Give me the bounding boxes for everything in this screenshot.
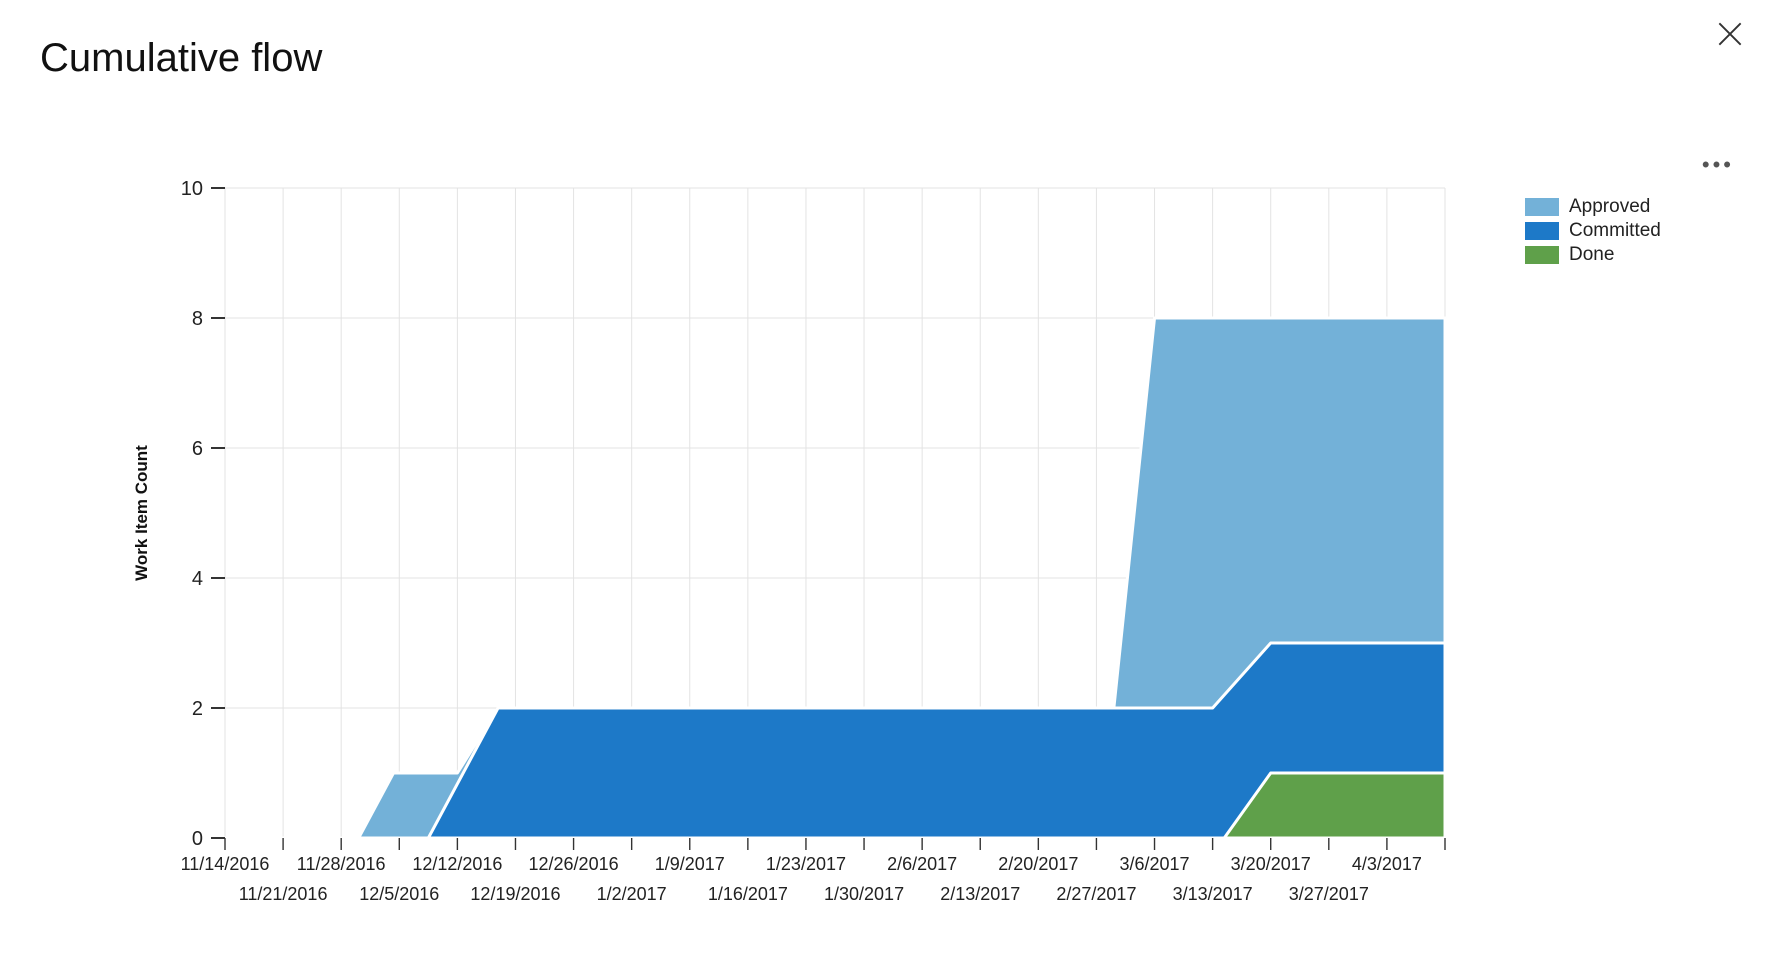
close-icon bbox=[1714, 18, 1746, 50]
svg-text:12/19/2016: 12/19/2016 bbox=[470, 884, 560, 904]
svg-text:3/6/2017: 3/6/2017 bbox=[1119, 854, 1189, 874]
svg-text:1/23/2017: 1/23/2017 bbox=[766, 854, 846, 874]
svg-text:11/14/2016: 11/14/2016 bbox=[181, 854, 270, 874]
svg-text:0: 0 bbox=[192, 828, 203, 850]
legend-swatch bbox=[1525, 246, 1559, 264]
legend-swatch bbox=[1525, 198, 1559, 216]
chart-legend: Approved Committed Done bbox=[1525, 196, 1661, 268]
svg-text:1/30/2017: 1/30/2017 bbox=[824, 884, 904, 904]
svg-text:6: 6 bbox=[192, 438, 203, 460]
legend-label: Approved bbox=[1569, 196, 1650, 218]
svg-text:3/20/2017: 3/20/2017 bbox=[1231, 854, 1311, 874]
ellipsis-icon: ••• bbox=[1702, 152, 1734, 177]
legend-label: Done bbox=[1569, 244, 1614, 266]
legend-item-done: Done bbox=[1525, 244, 1661, 266]
cumulative-flow-chart: 0 2 4 6 8 10 Work Item Count 11/14/2016 11/28/20… bbox=[110, 150, 1490, 920]
legend-swatch bbox=[1525, 222, 1559, 240]
legend-label: Committed bbox=[1569, 220, 1661, 242]
svg-text:4/3/2017: 4/3/2017 bbox=[1352, 854, 1422, 874]
page-title: Cumulative flow bbox=[40, 36, 322, 81]
svg-text:1/2/2017: 1/2/2017 bbox=[597, 884, 667, 904]
svg-text:3/13/2017: 3/13/2017 bbox=[1173, 884, 1253, 904]
close-button[interactable] bbox=[1714, 18, 1746, 50]
svg-text:2: 2 bbox=[192, 698, 203, 720]
svg-text:10: 10 bbox=[181, 178, 203, 200]
svg-text:12/26/2016: 12/26/2016 bbox=[529, 854, 619, 874]
svg-text:2/13/2017: 2/13/2017 bbox=[940, 884, 1020, 904]
svg-text:3/27/2017: 3/27/2017 bbox=[1289, 884, 1369, 904]
svg-text:2/27/2017: 2/27/2017 bbox=[1056, 884, 1136, 904]
svg-text:12/5/2016: 12/5/2016 bbox=[359, 884, 439, 904]
svg-text:11/28/2016: 11/28/2016 bbox=[297, 854, 386, 874]
svg-text:2/20/2017: 2/20/2017 bbox=[998, 854, 1078, 874]
svg-text:1/9/2017: 1/9/2017 bbox=[655, 854, 725, 874]
legend-item-committed: Committed bbox=[1525, 220, 1661, 242]
svg-text:11/21/2016: 11/21/2016 bbox=[239, 884, 328, 904]
svg-text:2/6/2017: 2/6/2017 bbox=[887, 854, 957, 874]
svg-text:Work Item Count: Work Item Count bbox=[132, 445, 151, 581]
legend-item-approved: Approved bbox=[1525, 196, 1661, 218]
svg-text:4: 4 bbox=[192, 568, 203, 590]
svg-text:8: 8 bbox=[192, 308, 203, 330]
more-options-button[interactable]: ••• bbox=[1702, 154, 1734, 176]
svg-text:1/16/2017: 1/16/2017 bbox=[708, 884, 788, 904]
svg-text:12/12/2016: 12/12/2016 bbox=[412, 854, 502, 874]
